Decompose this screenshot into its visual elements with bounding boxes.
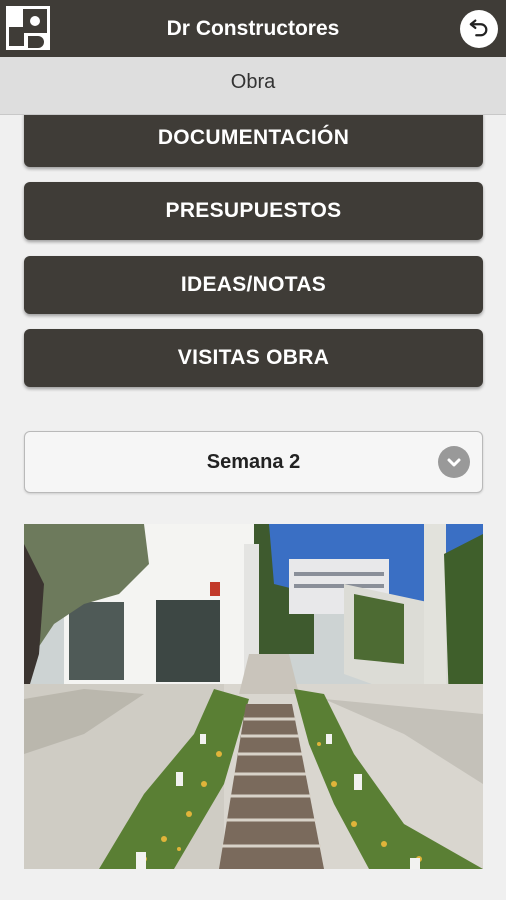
chevron-down-icon [438,446,470,478]
app-title: Dr Constructores [166,17,340,40]
scroll-content[interactable]: DOCUMENTACIÓN PRESUPUESTOS IDEAS/NOTAS V… [0,115,506,900]
documentacion-button[interactable]: DOCUMENTACIÓN [24,115,483,167]
week-select[interactable]: Semana 2 [24,431,483,493]
visitas-obra-button[interactable]: VISITAS OBRA [24,329,483,387]
ideas-notas-button[interactable]: IDEAS/NOTAS [24,256,483,314]
top-app-bar: Dr Constructores [0,0,506,57]
page-header: Obra [0,57,506,115]
week-select-value: Semana 2 [206,451,301,473]
site-photo [24,524,483,869]
undo-arrow-icon [468,16,490,43]
page-title: Obra [230,71,276,93]
presupuestos-button[interactable]: PRESUPUESTOS [24,182,483,240]
back-button[interactable] [460,10,498,48]
